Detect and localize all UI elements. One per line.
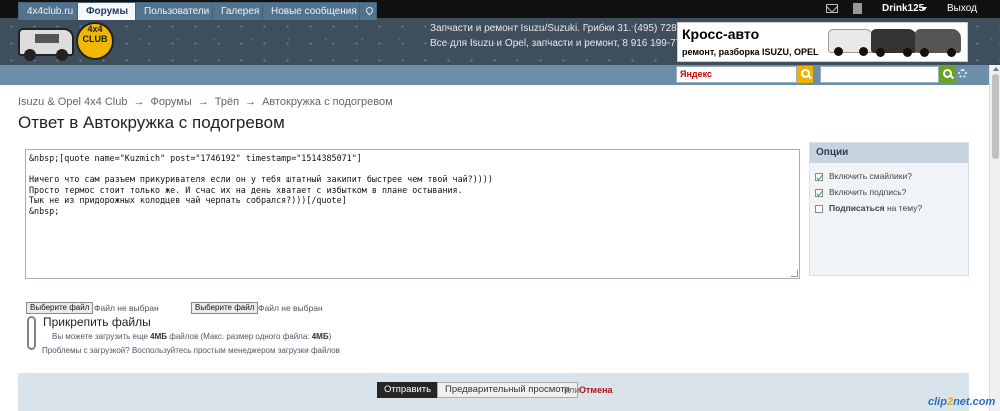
preview-button[interactable]: Предварительный просмотр — [437, 382, 578, 398]
choose-file-button[interactable]: Выберите файл — [26, 302, 94, 314]
file-status: Файл не выбран — [258, 303, 323, 313]
breadcrumb-separator: → — [245, 96, 257, 108]
car-image — [828, 29, 874, 56]
header-ad-line-2[interactable]: Все для Isuzu и Opel, запчасти и ремонт,… — [430, 38, 696, 49]
car-image — [871, 29, 917, 57]
options-header: Опции — [810, 143, 968, 163]
tab-members[interactable]: Пользователи — [135, 2, 219, 20]
tab-home[interactable]: 4x4club.ru — [18, 2, 83, 20]
breadcrumb-item[interactable]: Форумы — [150, 96, 191, 108]
breadcrumb-separator: → — [133, 96, 145, 108]
scroll-up-icon[interactable] — [993, 67, 999, 71]
option-subscribe[interactable]: Подписаться на тему? — [815, 203, 922, 213]
site-header: 4x4 CLUB Запчасти и ремонт Isuzu/Suzuki. … — [0, 18, 1000, 65]
map-pin-icon[interactable] — [359, 2, 377, 20]
file-status: Файл не выбран — [94, 303, 159, 313]
breadcrumb-separator: → — [197, 96, 209, 108]
banner-title: Кросс-авто — [682, 26, 760, 42]
message-editor[interactable]: &nbsp;[quote name="Kuzmich" post="174619… — [25, 149, 800, 279]
or-text: или — [564, 385, 580, 395]
options-panel: Опции Включить смайлики? Включить подпис… — [809, 142, 969, 276]
scroll-thumb[interactable] — [992, 74, 999, 159]
car-image — [915, 29, 961, 57]
username-menu[interactable]: Drink125 — [882, 3, 924, 14]
checkbox-signature[interactable] — [815, 188, 823, 197]
search-icon[interactable] — [797, 66, 813, 83]
simple-uploader-link[interactable]: Воспользуйтесь простым менеджером загруз… — [132, 346, 340, 355]
breadcrumb-item[interactable]: Isuzu & Opel 4x4 Club — [18, 96, 127, 108]
attach-help: Проблемы с загрузкой? Воспользуйтесь про… — [42, 346, 340, 355]
checkbox-smilies[interactable] — [815, 172, 823, 181]
breadcrumb-item[interactable]: Автокружка с подогревом — [262, 96, 393, 108]
resize-handle[interactable] — [791, 270, 798, 277]
watermark: clip2net.com — [928, 396, 996, 408]
tab-gallery[interactable]: Галерея — [212, 2, 269, 20]
page-title: Ответ в Автокружка с подогревом — [18, 113, 285, 132]
mail-icon[interactable] — [826, 4, 838, 13]
search-icon[interactable] — [939, 66, 955, 83]
attach-note: Вы можете загрузить еще 4МБ файлов (Макс… — [52, 332, 332, 341]
cancel-link[interactable]: Отмена — [579, 385, 613, 395]
ad-banner[interactable]: Кросс-авто ремонт, разборка ISUZU, OPEL — [677, 22, 968, 62]
breadcrumb: Isuzu & Opel 4x4 Club → Форумы → Трёп → Автокр… — [18, 96, 393, 108]
logo-badge: 4x4 CLUB — [76, 22, 114, 60]
option-smilies[interactable]: Включить смайлики? — [815, 171, 912, 181]
banner-subtitle: ремонт, разборка ISUZU, OPEL — [682, 47, 819, 57]
logout-link[interactable]: Выход — [947, 3, 977, 14]
header-ad-line-1[interactable]: Запчасти и ремонт Isuzu/Suzuki. Грибки 3… — [430, 23, 706, 34]
editor-content: &nbsp;[quote name="Kuzmich" post="174619… — [29, 153, 493, 216]
paperclip-icon — [27, 316, 36, 350]
tab-forums[interactable]: Форумы — [77, 2, 137, 20]
page-scrollbar[interactable] — [989, 65, 1000, 411]
attach-title: Прикрепить файлы — [43, 315, 151, 329]
yandex-search-input[interactable]: Яндекс — [676, 66, 797, 83]
chevron-down-icon[interactable] — [921, 7, 927, 11]
breadcrumb-item[interactable]: Трёп — [215, 96, 239, 108]
submit-button[interactable]: Отправить — [377, 382, 439, 398]
checkbox-subscribe[interactable] — [815, 204, 823, 213]
site-logo[interactable]: 4x4 CLUB — [18, 22, 118, 62]
site-search-input[interactable] — [820, 66, 939, 83]
gear-icon[interactable] — [958, 69, 967, 78]
jeep-logo-icon — [18, 28, 74, 61]
choose-file-button[interactable]: Выберите файл — [191, 302, 259, 314]
yandex-logo: Яндекс — [680, 69, 713, 79]
option-signature[interactable]: Включить подпись? — [815, 187, 906, 197]
profile-card-icon[interactable] — [853, 3, 862, 14]
tab-new-posts[interactable]: Новые сообщения — [262, 2, 366, 20]
